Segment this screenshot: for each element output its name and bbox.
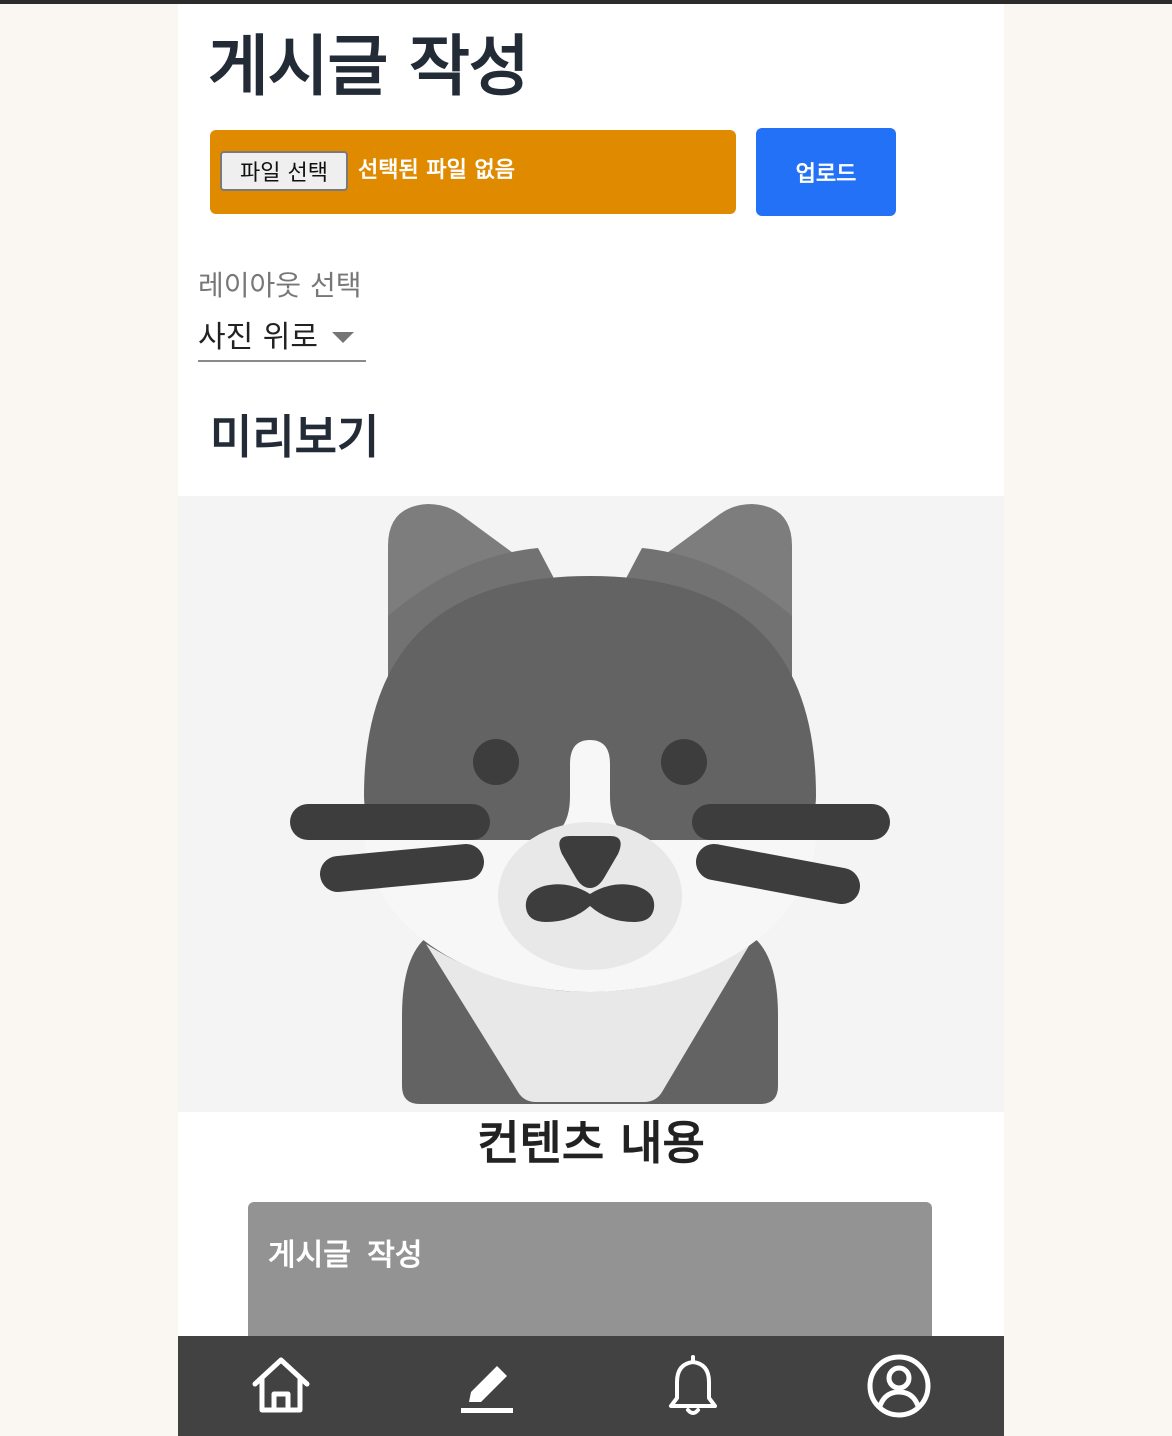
home-icon	[252, 1357, 310, 1413]
page-title: 게시글 작성	[208, 28, 530, 105]
layout-select-label: 레이아웃 선택	[198, 269, 362, 302]
bell-icon	[669, 1355, 717, 1415]
content-title: 컨텐츠 내용	[477, 1116, 705, 1170]
file-input-area[interactable]: 파일 선택 선택된 파일 없음	[210, 130, 736, 214]
preview-image	[178, 496, 1004, 1112]
post-card-title: 게시글 작성	[268, 1238, 423, 1273]
nav-home[interactable]	[178, 1336, 384, 1436]
caret-down-icon	[332, 332, 354, 343]
profile-icon	[867, 1354, 931, 1418]
nav-notifications[interactable]	[590, 1336, 796, 1436]
app-container: 게시글 작성 파일 선택 선택된 파일 없음 업로드 레이아웃 선택 사진 위로…	[178, 4, 1004, 1436]
nav-profile[interactable]	[796, 1336, 1002, 1436]
nav-write[interactable]	[384, 1336, 590, 1436]
bottom-nav	[178, 1336, 1004, 1436]
layout-select[interactable]: 사진 위로	[198, 308, 366, 362]
pencil-icon	[461, 1366, 513, 1413]
layout-selected-value: 사진 위로	[198, 320, 318, 355]
cat-icon	[290, 504, 890, 1104]
choose-file-button[interactable]: 파일 선택	[220, 151, 348, 191]
file-status-text: 선택된 파일 없음	[358, 158, 515, 183]
preview-title: 미리보기	[210, 410, 380, 464]
upload-button[interactable]: 업로드	[756, 128, 896, 216]
